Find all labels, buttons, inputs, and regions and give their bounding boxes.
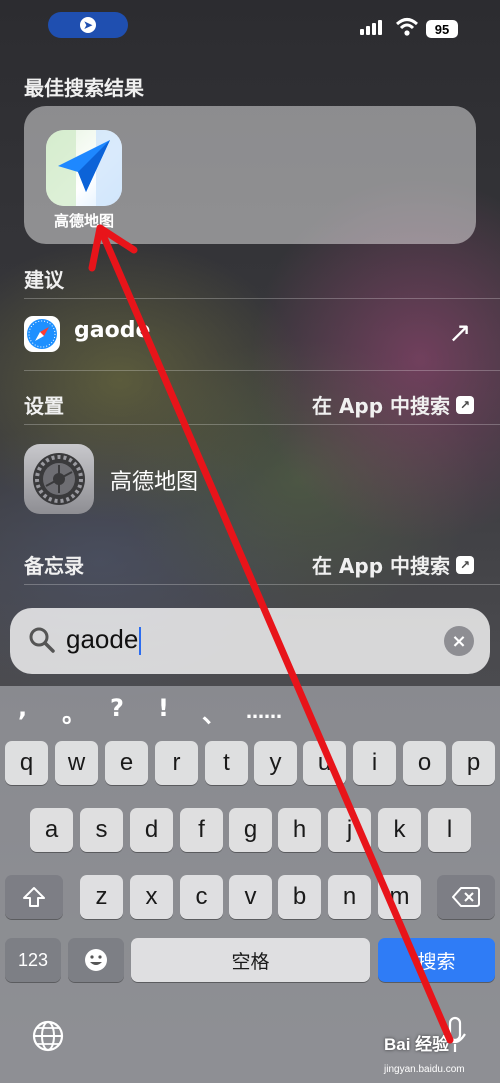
key-d[interactable]: d: [130, 808, 173, 852]
key-a[interactable]: a: [30, 808, 73, 852]
status-bar: ➤ 95: [0, 0, 500, 56]
key-o[interactable]: o: [403, 741, 446, 785]
top-hit-section-title: 最佳搜索结果: [24, 76, 144, 100]
notes-section-title: 备忘录: [24, 554, 84, 578]
candidate-question[interactable]: ?: [110, 694, 124, 722]
battery-indicator: 95: [426, 20, 458, 38]
key-b[interactable]: b: [278, 875, 321, 919]
candidate-exclamation[interactable]: !: [158, 694, 169, 722]
watermark-url: jingyan.baidu.com: [384, 1064, 465, 1075]
key-i[interactable]: i: [353, 741, 396, 785]
settings-gear-icon[interactable]: [24, 444, 94, 514]
suggestion-gaode[interactable]: gaode: [74, 318, 150, 343]
key-k[interactable]: k: [378, 808, 421, 852]
search-key[interactable]: 搜索: [378, 938, 495, 982]
key-t[interactable]: t: [205, 741, 248, 785]
divider: [24, 424, 500, 425]
keyboard: , 。 ? ! 、 …… q w e r t y u i o p a s d f…: [0, 686, 500, 1083]
shift-arrow-icon: [23, 887, 45, 907]
key-z[interactable]: z: [80, 875, 123, 919]
key-h[interactable]: h: [278, 808, 321, 852]
search-value: gaode: [66, 624, 142, 656]
globe-icon[interactable]: [30, 1018, 66, 1054]
key-p[interactable]: p: [452, 741, 495, 785]
clear-icon[interactable]: ×: [444, 626, 474, 656]
suggestions-section-title: 建议: [24, 268, 64, 292]
settings-section-title: 设置: [24, 394, 64, 418]
candidate-enumeration-comma[interactable]: 、: [202, 694, 226, 729]
delete-key[interactable]: [437, 875, 495, 919]
search-input[interactable]: gaode ×: [10, 608, 490, 674]
key-y[interactable]: y: [254, 741, 297, 785]
emoji-key[interactable]: [68, 938, 124, 982]
key-g[interactable]: g: [229, 808, 272, 852]
navigation-arrow-icon: ➤: [80, 17, 96, 33]
space-key[interactable]: 空格: [131, 938, 370, 982]
key-q[interactable]: q: [5, 741, 48, 785]
settings-search-in-app-link[interactable]: 在 App 中搜索 ↗: [312, 390, 474, 419]
external-arrow-icon: ↗: [456, 555, 474, 574]
paper-plane-icon: [46, 130, 122, 206]
key-w[interactable]: w: [55, 741, 98, 785]
numbers-key[interactable]: 123: [5, 938, 61, 982]
open-suggestion-arrow-icon[interactable]: ↗: [448, 316, 471, 349]
notes-search-in-app-label: 在 App 中搜索: [311, 554, 450, 578]
notes-search-in-app-link[interactable]: 在 App 中搜索 ↗: [312, 550, 474, 579]
key-s[interactable]: s: [80, 808, 123, 852]
location-pill[interactable]: ➤: [48, 12, 128, 38]
backspace-icon: [452, 887, 480, 907]
external-arrow-icon: ↗: [456, 395, 474, 414]
key-l[interactable]: l: [428, 808, 471, 852]
safari-icon: [24, 316, 60, 352]
key-c[interactable]: c: [180, 875, 223, 919]
emoji-icon: [85, 949, 107, 971]
shift-key[interactable]: [5, 875, 63, 919]
text-caret: [139, 627, 142, 656]
divider: [24, 370, 500, 371]
key-e[interactable]: e: [105, 741, 148, 785]
top-hit-card[interactable]: 高德地图: [24, 106, 476, 244]
magnifier-icon: [29, 627, 55, 653]
divider: [24, 298, 500, 299]
key-f[interactable]: f: [180, 808, 223, 852]
divider: [24, 584, 500, 585]
key-n[interactable]: n: [328, 875, 371, 919]
candidate-ellipsis[interactable]: ……: [246, 702, 282, 723]
candidate-bar: , 。 ? ! 、 ……: [0, 686, 500, 736]
key-v[interactable]: v: [229, 875, 272, 919]
key-j[interactable]: j: [328, 808, 371, 852]
candidate-period[interactable]: 。: [62, 694, 86, 729]
key-m[interactable]: m: [378, 875, 421, 919]
key-r[interactable]: r: [155, 741, 198, 785]
settings-search-in-app-label: 在 App 中搜索: [311, 394, 450, 418]
key-x[interactable]: x: [130, 875, 173, 919]
candidate-comma[interactable]: ,: [18, 694, 27, 722]
key-u[interactable]: u: [303, 741, 346, 785]
top-hit-app-name: 高德地图: [53, 212, 114, 230]
cellular-signal-icon: [360, 20, 382, 35]
gaode-map-app-icon[interactable]: [46, 130, 122, 206]
baidu-jingyan-watermark: Bai 经验: [384, 1035, 450, 1054]
wifi-icon: [395, 18, 419, 36]
settings-result-gaode[interactable]: 高德地图: [110, 464, 198, 496]
